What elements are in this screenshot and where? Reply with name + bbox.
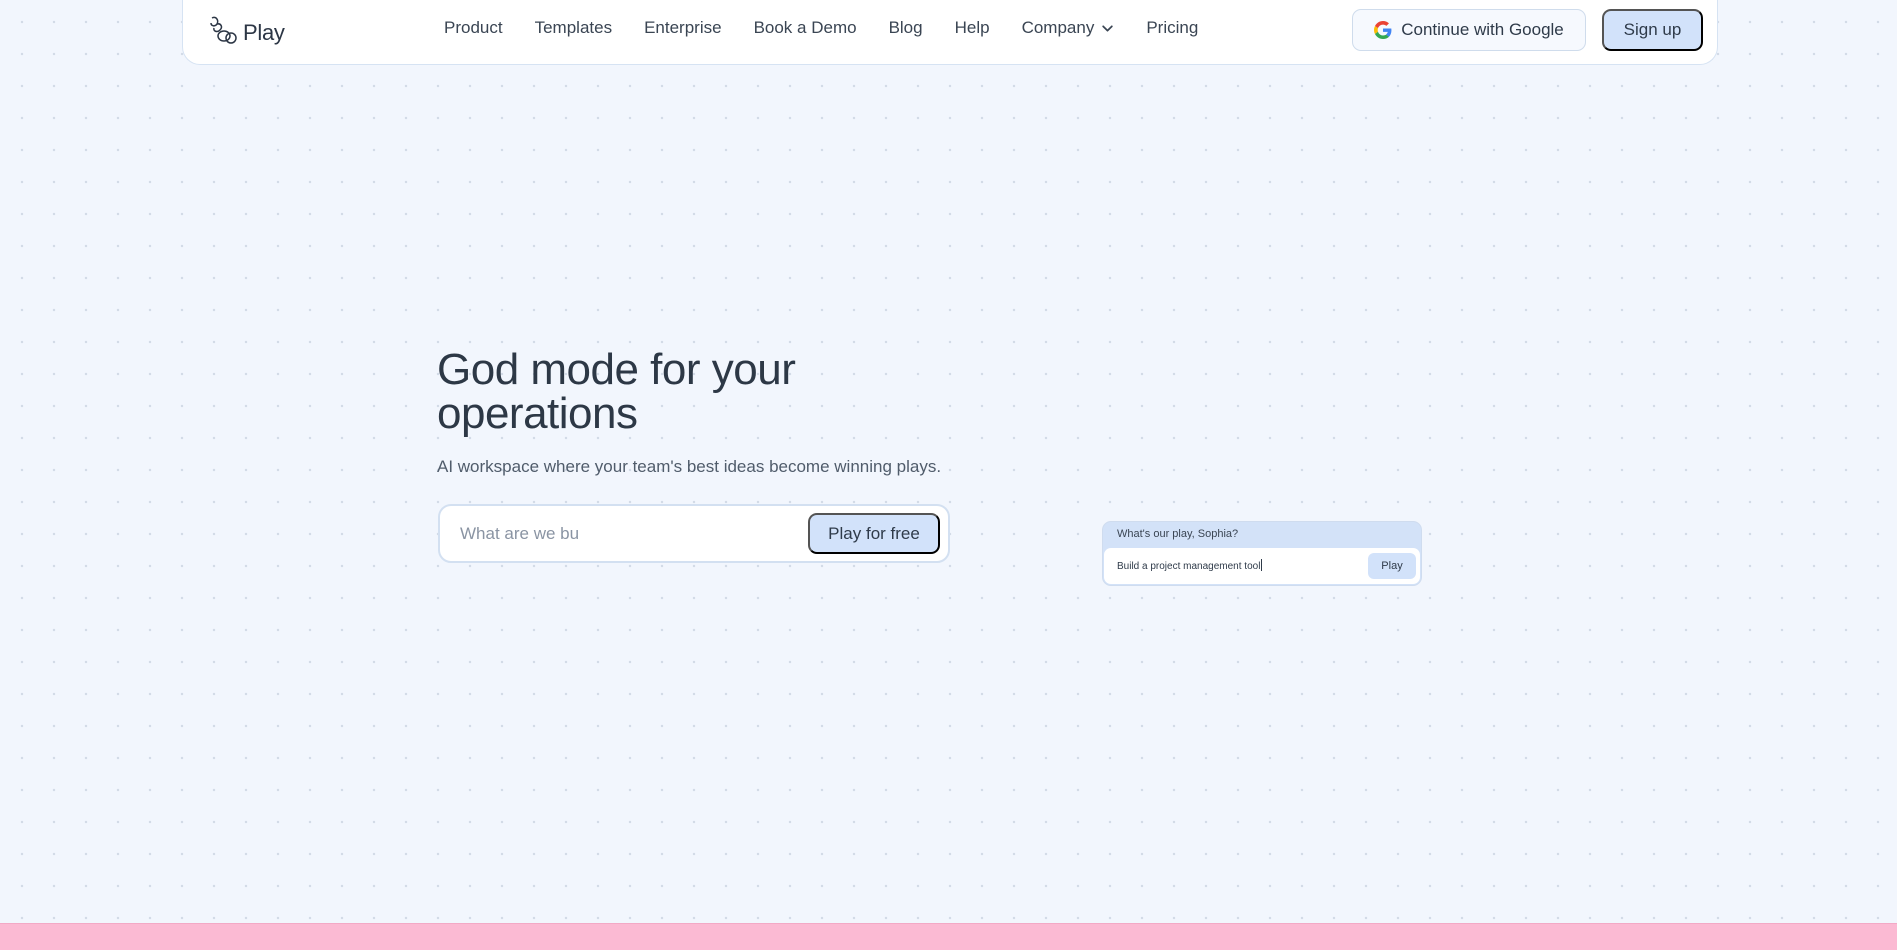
- nav-link-enterprise[interactable]: Enterprise: [644, 18, 721, 38]
- demo-card-input[interactable]: Build a project management tool: [1117, 559, 1263, 572]
- nav-link-pricing[interactable]: Pricing: [1146, 18, 1198, 38]
- hero-prompt-input[interactable]: [460, 522, 800, 546]
- demo-prompt-card: What's our play, Sophia? Build a project…: [1102, 521, 1422, 586]
- continue-with-google-button[interactable]: Continue with Google: [1352, 9, 1586, 51]
- nav-link-product[interactable]: Product: [444, 18, 503, 38]
- google-g-icon: [1374, 21, 1392, 39]
- nav-link-company-label: Company: [1021, 18, 1095, 37]
- hero-prompt-form: Play for free: [438, 504, 950, 563]
- google-button-label: Continue with Google: [1401, 20, 1564, 39]
- hero-subtitle: AI workspace where your team's best idea…: [437, 457, 942, 476]
- nav-link-blog[interactable]: Blog: [889, 18, 923, 38]
- demo-card-prompt: What's our play, Sophia?: [1117, 528, 1239, 540]
- sign-up-button[interactable]: Sign up: [1602, 9, 1703, 51]
- top-navbar: Play Product Templates Enterprise Book a…: [182, 0, 1718, 65]
- demo-card-input-text: Build a project management tool: [1117, 561, 1261, 572]
- hero-title: God mode for your operations: [437, 345, 796, 438]
- play-for-free-button[interactable]: Play for free: [808, 513, 940, 554]
- bottom-section-band: [0, 923, 1897, 950]
- brand-name: Play: [243, 19, 285, 45]
- nav-links: Product Templates Enterprise Book a Demo…: [444, 18, 1198, 38]
- brand-logo-link[interactable]: Play: [207, 14, 285, 51]
- nav-link-templates[interactable]: Templates: [535, 18, 612, 38]
- demo-card-play-button[interactable]: Play: [1368, 553, 1416, 579]
- chevron-down-icon: [1102, 24, 1114, 32]
- nav-link-book-demo[interactable]: Book a Demo: [754, 18, 857, 38]
- demo-card-body: Build a project management tool Play: [1104, 548, 1420, 584]
- nav-link-company[interactable]: Company: [1022, 18, 1115, 38]
- play-logo-icon: [207, 14, 237, 51]
- text-caret: [1261, 559, 1263, 571]
- nav-link-help[interactable]: Help: [955, 18, 990, 38]
